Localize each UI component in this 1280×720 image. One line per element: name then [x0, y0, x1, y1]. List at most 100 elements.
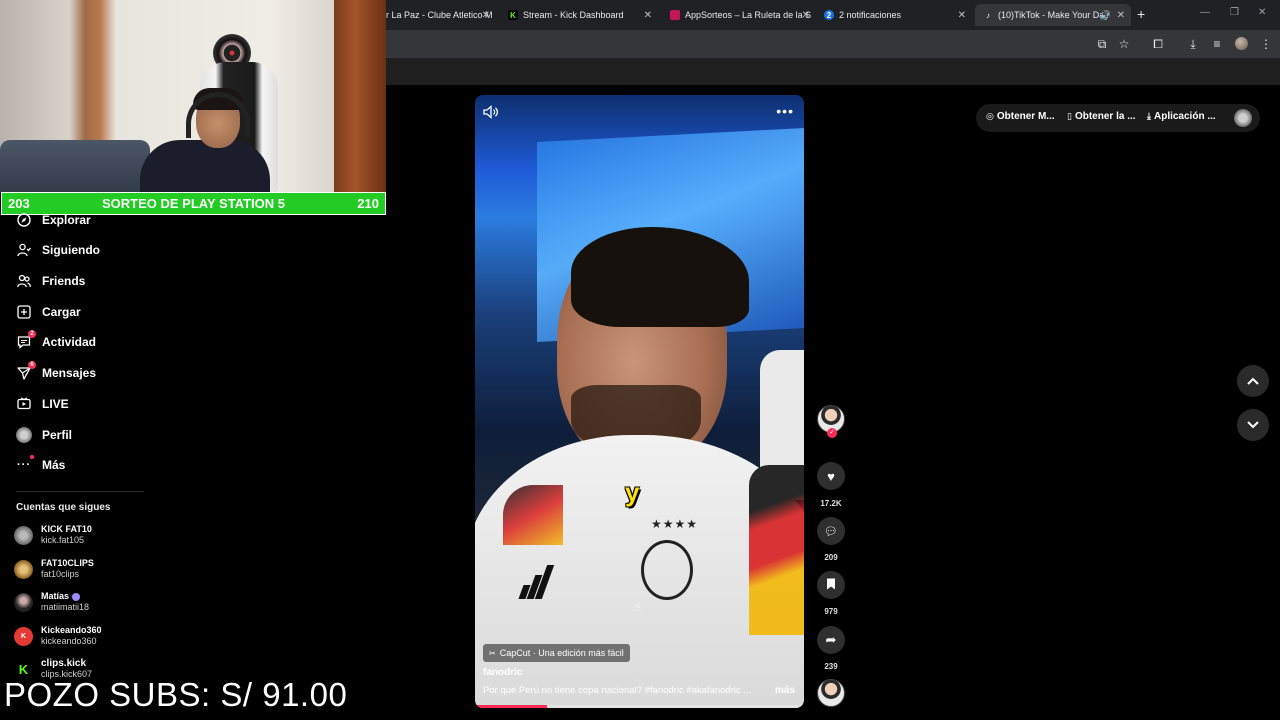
- previous-video-button[interactable]: [1237, 365, 1269, 397]
- sidebar-item-cargar[interactable]: Cargar: [16, 302, 81, 322]
- video-player[interactable]: ★★★★ y ••• ✂ CapCut · Una edición más fá…: [475, 95, 804, 708]
- bookmarks-bar: [386, 58, 1280, 85]
- minimize-icon[interactable]: —: [1200, 7, 1210, 18]
- tab-title: 2 notificaciones: [839, 10, 902, 20]
- sidebar-item-label: Cargar: [42, 305, 81, 319]
- subtitle-word: y: [625, 477, 640, 507]
- video-progress-bar[interactable]: [475, 705, 804, 708]
- sidebar-item-label: Actividad: [42, 335, 97, 349]
- share-button[interactable]: ➦: [817, 626, 845, 654]
- jersey-stripe: [749, 465, 804, 635]
- account-name: Matías: [41, 591, 89, 602]
- tab-kick-dashboard[interactable]: K Stream - Kick Dashboard ✕: [500, 4, 658, 26]
- coin-icon: ◎: [986, 111, 994, 121]
- desktop-app-label: Aplicación ...: [1153, 111, 1216, 122]
- following-account-kickeando360[interactable]: K Kickeando360 kickeando360: [14, 623, 102, 649]
- volume-icon[interactable]: [483, 105, 499, 121]
- extensions-icon[interactable]: ⧠: [1150, 36, 1166, 52]
- more-dot: [30, 455, 34, 459]
- download-icon[interactable]: ⤓: [1185, 36, 1201, 52]
- pozo-subs-overlay: POZO SUBS: S/ 91.00: [4, 676, 348, 713]
- account-name: FAT10CLIPS: [41, 558, 94, 568]
- close-icon[interactable]: ✕: [1117, 10, 1125, 21]
- get-coins-button[interactable]: ◎ Obtener M...: [986, 111, 1055, 122]
- desktop-app-button[interactable]: ⤓ Aplicación ...: [1147, 111, 1216, 122]
- tab-notificaciones[interactable]: 2 2 notificaciones ✕: [816, 4, 972, 26]
- comment-icon: 💬︎: [824, 525, 838, 538]
- raffle-title: SORTEO DE PLAY STATION 5: [102, 196, 285, 211]
- activity-icon: 2: [16, 330, 36, 350]
- comment-button[interactable]: 💬︎: [817, 517, 845, 545]
- jersey-stripe-left: [503, 485, 563, 545]
- sidebar-item-explorar[interactable]: Explorar: [16, 210, 91, 230]
- kickeando-logo-icon: K: [14, 626, 33, 646]
- share-count: 239: [824, 662, 838, 671]
- follow-check-icon[interactable]: ✓: [827, 428, 837, 438]
- download-icon: ⤓: [1147, 111, 1151, 121]
- following-account-matias[interactable]: Matías matiimatii18: [14, 589, 89, 615]
- sidebar-item-actividad[interactable]: 2 Actividad: [16, 330, 97, 352]
- video-author[interactable]: fanodric: [483, 667, 522, 678]
- tab-tiktok[interactable]: ♪ (10)TikTok - Make Your Day 🔊 ✕: [975, 4, 1131, 26]
- browser-profile-avatar[interactable]: [1235, 37, 1248, 50]
- crest-stars: ★★★★: [651, 517, 699, 531]
- avatar: [14, 559, 33, 579]
- user-avatar[interactable]: [1234, 109, 1252, 127]
- save-button[interactable]: [817, 571, 845, 599]
- emoji-icon: [71, 592, 80, 601]
- account-handle: kickeando360: [41, 636, 97, 646]
- reading-list-icon[interactable]: ≡: [1209, 36, 1225, 52]
- close-icon[interactable]: ✕: [644, 10, 652, 21]
- capcut-tag[interactable]: ✂ CapCut · Una edición más fácil: [483, 644, 630, 662]
- activity-badge: 2: [28, 330, 36, 338]
- get-app-button[interactable]: ▯ Obtener la ...: [1067, 111, 1136, 122]
- more-icon: ···: [16, 455, 34, 473]
- avatar: [14, 592, 33, 612]
- live-icon: [16, 396, 32, 412]
- capcut-icon: ✂: [489, 648, 496, 658]
- video-progress-fill: [475, 705, 548, 708]
- close-window-icon[interactable]: ✕: [1258, 7, 1266, 18]
- next-video-button[interactable]: [1237, 409, 1269, 441]
- sidebar-item-friends[interactable]: Friends: [16, 271, 85, 291]
- like-button[interactable]: ♥: [817, 462, 845, 490]
- webcam-overlay: [0, 0, 386, 193]
- expand-description-button[interactable]: más: [775, 685, 795, 696]
- creator-avatar[interactable]: ✓: [817, 405, 845, 438]
- restore-icon[interactable]: ❐: [1230, 7, 1239, 18]
- tab-clube-atletico[interactable]: r La Paz - Clube Atletico M ✕: [378, 4, 496, 26]
- share-arrow-icon: ➦: [825, 632, 837, 647]
- account-handle: kick.fat105: [41, 535, 85, 545]
- get-app-label: Obtener la ...: [1074, 111, 1136, 122]
- sidebar-item-label: Mensajes: [42, 366, 97, 380]
- heart-icon: ♥: [827, 468, 835, 484]
- phone-icon: ▯: [1067, 111, 1072, 121]
- tab-appsorteos[interactable]: AppSorteos – La Ruleta de la S ✕: [662, 4, 816, 26]
- following-account-fat10clips[interactable]: FAT10CLIPS fat10clips: [14, 556, 94, 582]
- close-icon[interactable]: ✕: [958, 10, 966, 21]
- sidebar-item-mensajes[interactable]: 6 Mensajes: [16, 361, 97, 383]
- tab-title: AppSorteos – La Ruleta de la S: [685, 10, 812, 20]
- close-icon[interactable]: ✕: [802, 10, 810, 21]
- following-account-kick-fat10[interactable]: KICK FAT10 kick.fat105: [14, 522, 92, 548]
- music-disc-avatar[interactable]: [817, 679, 845, 707]
- compass-icon: [16, 212, 32, 228]
- sidebar: Explorar Siguiendo Friends Cargar 2 Acti…: [0, 213, 150, 720]
- sidebar-item-live[interactable]: LIVE: [16, 394, 69, 414]
- browser-menu-icon[interactable]: ⋮: [1258, 36, 1274, 52]
- following-icon: [16, 242, 32, 258]
- sidebar-item-mas[interactable]: ··· Más: [16, 455, 65, 475]
- sidebar-item-siguiendo[interactable]: Siguiendo: [16, 240, 100, 260]
- close-icon[interactable]: ✕: [482, 10, 490, 21]
- avatar: [14, 525, 33, 545]
- sidebar-item-label: Perfil: [42, 428, 73, 442]
- audio-playing-icon[interactable]: 🔊: [1100, 10, 1111, 21]
- bookmark-star-icon[interactable]: ☆: [1116, 36, 1132, 52]
- install-app-icon[interactable]: ⧉: [1094, 36, 1110, 52]
- more-options-icon[interactable]: •••: [776, 103, 794, 119]
- new-tab-icon[interactable]: +: [1137, 6, 1145, 22]
- sidebar-item-perfil[interactable]: Perfil: [16, 425, 72, 445]
- upload-icon: [16, 304, 32, 320]
- sofa: [0, 140, 150, 193]
- streamer-body: [140, 140, 270, 193]
